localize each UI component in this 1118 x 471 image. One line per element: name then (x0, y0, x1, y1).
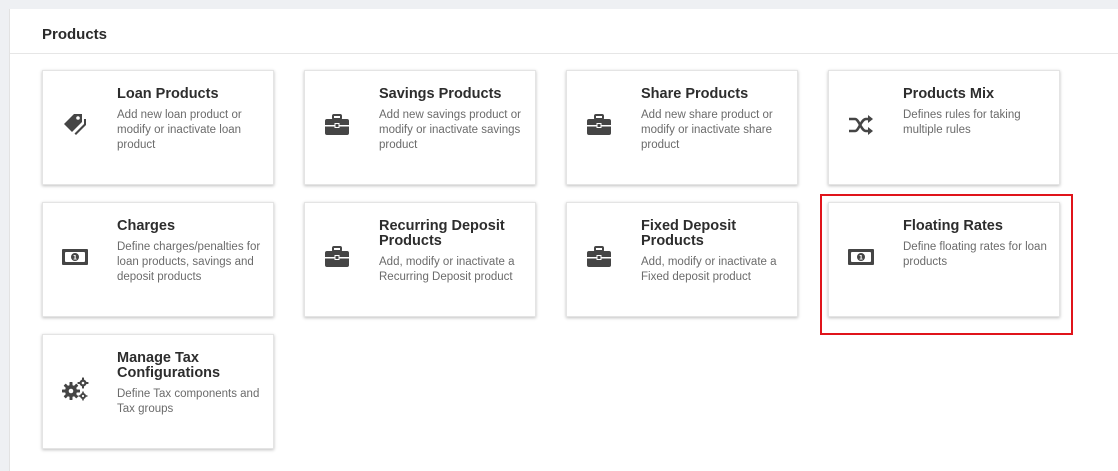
briefcase-icon (585, 243, 613, 271)
title-divider (10, 53, 1118, 54)
card-title: Share Products (641, 86, 749, 102)
briefcase-icon (323, 111, 351, 139)
card-charges[interactable]: 1 Charges Define charges/penalties for l… (42, 202, 274, 317)
card-description: Add, modify or inactivate a Recurring De… (379, 256, 515, 283)
card-title: Loan Products (117, 86, 219, 102)
card-title: Floating Rates (903, 218, 1003, 234)
card-description: Add, modify or inactivate a Fixed deposi… (641, 256, 777, 283)
card-description: Add new loan product or modify or inacti… (117, 109, 242, 151)
card-title: Fixed Deposit Products (641, 218, 737, 249)
card-description: Define floating rates for loan products (903, 241, 1047, 268)
svg-text:1: 1 (859, 255, 863, 262)
card-title: Charges (117, 218, 176, 234)
card-floating-rates[interactable]: 1 Floating Rates Define floating rates f… (828, 202, 1060, 317)
tag-icon (61, 111, 89, 139)
page-title: Products (42, 26, 108, 43)
card-title: Manage Tax Configurations (117, 350, 221, 381)
card-title: Savings Products (379, 86, 502, 102)
briefcase-icon (585, 111, 613, 139)
card-description: Add new share product or modify or inact… (641, 109, 773, 151)
money-bill-icon: 1 (61, 243, 89, 271)
money-bill-icon: 1 (847, 243, 875, 271)
card-savings-products[interactable]: Savings Products Add new savings product… (304, 70, 536, 185)
card-description: Define charges/penalties for loan produc… (117, 241, 261, 283)
card-loan-products[interactable]: Loan Products Add new loan product or mo… (42, 70, 274, 185)
card-description: Defines rules for taking multiple rules (903, 109, 1021, 136)
card-manage-tax-configurations[interactable]: Manage Tax Configurations Define Tax com… (42, 334, 274, 449)
card-description: Add new savings product or modify or ina… (379, 109, 521, 151)
card-share-products[interactable]: Share Products Add new share product or … (566, 70, 798, 185)
card-description: Define Tax components and Tax groups (117, 388, 260, 415)
briefcase-icon (323, 243, 351, 271)
card-fixed-deposit-products[interactable]: Fixed Deposit Products Add, modify or in… (566, 202, 798, 317)
cogs-icon (61, 375, 89, 403)
card-title: Products Mix (903, 86, 995, 102)
card-recurring-deposit-products[interactable]: Recurring Deposit Products Add, modify o… (304, 202, 536, 317)
svg-text:1: 1 (73, 255, 77, 262)
card-title: Recurring Deposit Products (379, 218, 505, 249)
card-products-mix[interactable]: Products Mix Defines rules for taking mu… (828, 70, 1060, 185)
shuffle-icon (847, 111, 875, 139)
